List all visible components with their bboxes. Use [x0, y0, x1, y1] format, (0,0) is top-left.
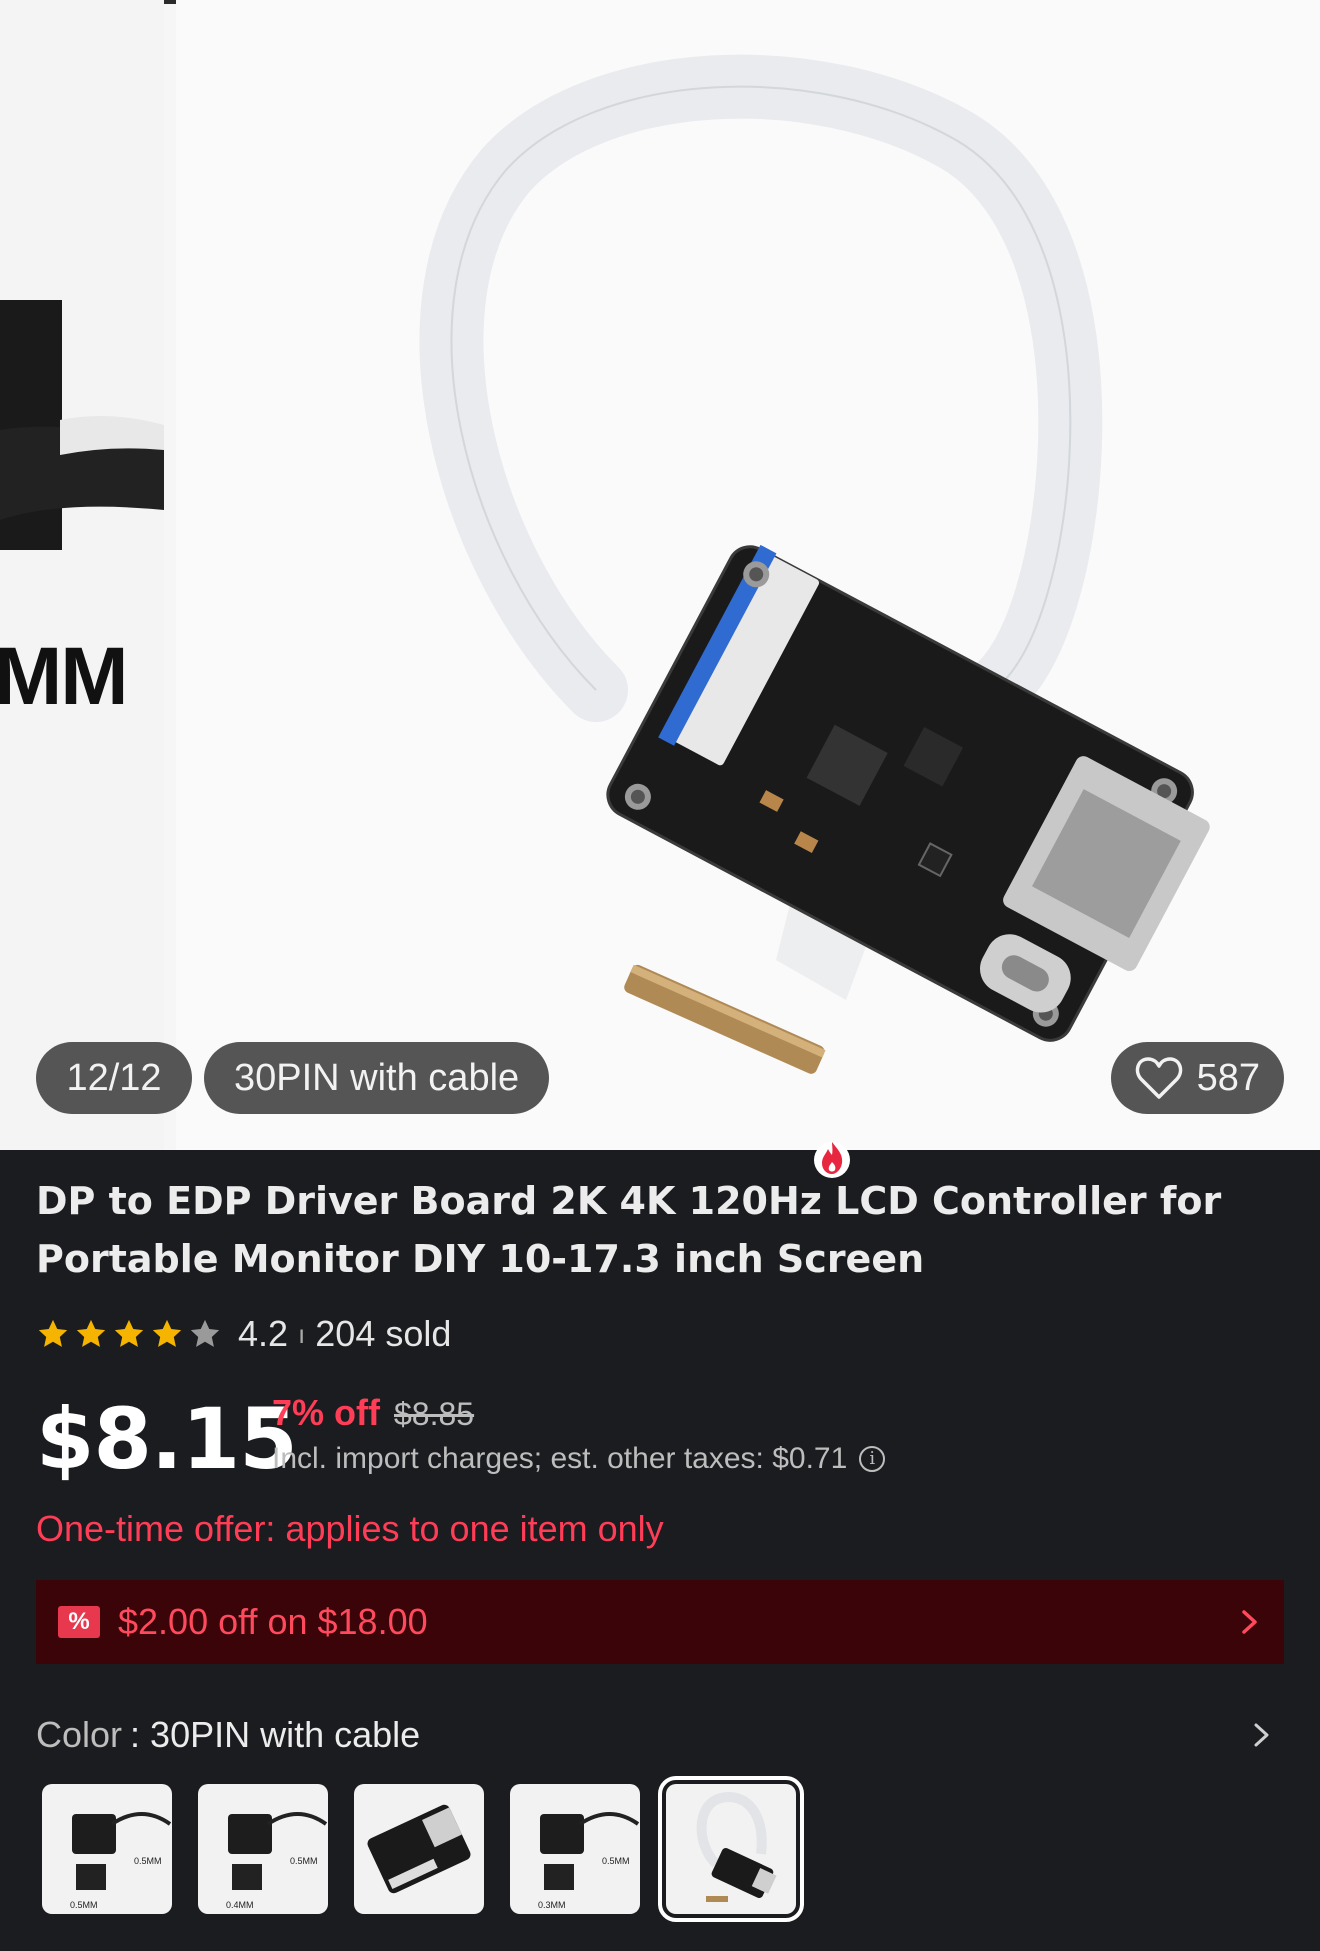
color-option-thumbnail[interactable]: 0.5MM 0.5MM	[42, 1784, 172, 1914]
coupon-icon: %	[58, 1606, 100, 1638]
thumbnail-image: 0.3MM 0.5MM	[538, 1812, 640, 1910]
color-options: 0.5MM 0.5MM 0.4MM 0.5MM 0.3MM 0.5MM	[42, 1776, 804, 1922]
star-icon	[152, 1319, 182, 1347]
discount-percent: 7% off	[272, 1392, 380, 1433]
thumbnail-caption: 0.4MM	[226, 1900, 254, 1910]
color-option-thumbnail[interactable]: 0.4MM 0.5MM	[198, 1784, 328, 1914]
info-icon[interactable]: i	[859, 1446, 886, 1472]
wishlist-button[interactable]: 587	[1110, 1042, 1284, 1114]
thumbnail-image	[367, 1804, 471, 1894]
color-label: Color	[36, 1714, 123, 1755]
thumbnail-caption: 0.5MM	[602, 1856, 630, 1866]
thumbnail-caption: 0.5MM	[134, 1856, 162, 1866]
thumbnail-caption: 0.5MM	[70, 1900, 98, 1910]
previous-slide-preview[interactable]: MM	[0, 0, 164, 1150]
price-details: 7% off $8.85 Incl. import charges; est. …	[272, 1392, 886, 1476]
product-title: DP to EDP Driver Board 2K 4K 120Hz LCD C…	[36, 1179, 1222, 1281]
color-selector-row[interactable]: Color : 30PIN with cable	[36, 1708, 1284, 1762]
color-option-thumbnail[interactable]: 0.3MM 0.5MM	[510, 1784, 640, 1914]
star-partial-icon	[190, 1319, 220, 1347]
rating-row[interactable]: 4.2 ı 204 sold	[36, 1310, 451, 1358]
original-price: $8.85	[394, 1396, 475, 1432]
sold-count: 204 sold	[315, 1313, 452, 1354]
driver-board-photo	[419, 54, 1210, 1074]
color-option-thumbnail[interactable]	[354, 1784, 484, 1914]
separator: ı	[298, 1318, 306, 1349]
color-option-thumbnail-selected[interactable]	[658, 1776, 804, 1922]
coupon-text: $2.00 off on $18.00	[118, 1601, 428, 1642]
current-price: $8.15	[36, 1390, 298, 1488]
previous-slide-image	[0, 300, 164, 550]
thumbnail-image: 0.4MM 0.5MM	[226, 1812, 328, 1910]
coupon-banner[interactable]: % $2.00 off on $18.00	[36, 1580, 1284, 1664]
star-icon	[76, 1319, 106, 1347]
wishlist-count: 587	[1196, 1057, 1260, 1099]
color-value: 30PIN with cable	[150, 1714, 421, 1755]
taxes-note: Incl. import charges; est. other taxes: …	[272, 1442, 848, 1475]
color-separator: :	[130, 1714, 141, 1755]
heart-icon	[1135, 1057, 1182, 1099]
image-variant-label: 30PIN with cable	[204, 1042, 550, 1114]
one-time-offer-note: One-time offer: applies to one item only	[36, 1508, 664, 1549]
thumbnail-caption: 0.3MM	[538, 1900, 566, 1910]
previous-slide-caption: MM	[0, 631, 129, 722]
chevron-right-icon	[1254, 1723, 1269, 1747]
chevron-right-icon	[1242, 1610, 1257, 1634]
rating-stars	[36, 1317, 222, 1351]
hot-flame-icon	[814, 1142, 850, 1178]
star-icon	[38, 1319, 68, 1347]
image-counter: 12/12	[36, 1042, 192, 1114]
thumbnail-image	[696, 1792, 777, 1902]
rating-value: 4.2	[238, 1313, 289, 1354]
star-icon	[114, 1319, 144, 1347]
product-image-gallery[interactable]: MM 12/12 30PIN with cable 587	[0, 0, 1320, 1150]
thumbnail-caption: 0.5MM	[290, 1856, 318, 1866]
thumbnail-image: 0.5MM 0.5MM	[70, 1812, 172, 1910]
main-product-image[interactable]	[176, 0, 1320, 1150]
